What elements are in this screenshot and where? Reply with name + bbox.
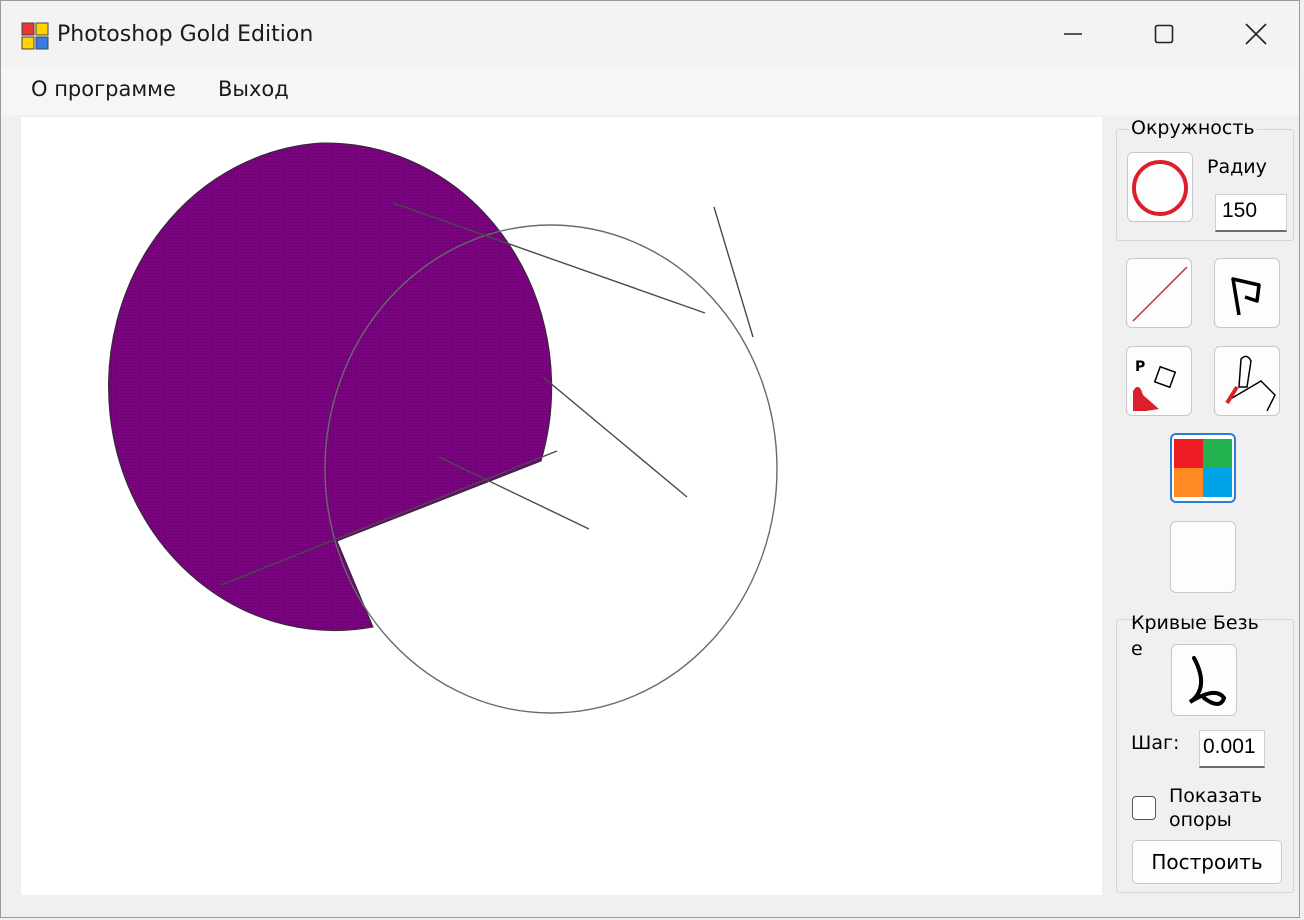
line-tool-button[interactable] <box>1126 258 1192 328</box>
close-icon <box>1245 23 1267 45</box>
circle-tool-button[interactable] <box>1127 152 1193 222</box>
brush-tool-icon <box>1225 355 1276 411</box>
radius-label: Радиу <box>1207 156 1267 178</box>
window-title: Photoshop Gold Edition <box>57 22 314 47</box>
minimize-button[interactable] <box>1027 1 1119 67</box>
app-window: Photoshop Gold Edition О программе Выход <box>0 0 1300 918</box>
color-palette-button[interactable] <box>1170 433 1236 503</box>
line-tool-icon <box>1132 266 1188 322</box>
show-supports-label: Показать опоры <box>1169 785 1263 831</box>
color-palette-icon <box>1174 439 1232 497</box>
maximize-button[interactable] <box>1118 1 1210 67</box>
drawing-canvas[interactable] <box>21 117 1102 895</box>
minimize-icon <box>1064 33 1082 35</box>
bezier-group: Кривые Безь е Шаг: 0.001 Показать опоры … <box>1116 612 1294 893</box>
menu-about[interactable]: О программе <box>31 77 176 101</box>
brush-tool-button[interactable] <box>1214 346 1280 416</box>
menu-exit[interactable]: Выход <box>218 77 289 101</box>
menu-bar: О программе Выход <box>1 67 1299 115</box>
svg-text:P: P <box>1135 359 1145 375</box>
canvas-drawing <box>108 142 778 714</box>
circle-group-title: Окружность <box>1129 117 1257 139</box>
radius-input[interactable]: 150 <box>1215 194 1287 232</box>
secondary-color-swatch[interactable] <box>1170 521 1236 593</box>
polyline-tool-button[interactable] <box>1214 258 1280 328</box>
polyline-tool-icon <box>1231 277 1261 316</box>
step-label: Шаг: <box>1131 732 1180 754</box>
show-supports-checkbox[interactable] <box>1132 796 1156 820</box>
title-bar: Photoshop Gold Edition <box>1 1 1299 67</box>
fill-tool-icon: P <box>1133 359 1177 411</box>
circle-icon <box>1132 160 1188 216</box>
close-button[interactable] <box>1210 1 1302 67</box>
bezier-tool-button[interactable] <box>1171 644 1237 716</box>
filled-region <box>108 142 553 632</box>
fill-tool-button[interactable]: P <box>1126 346 1192 416</box>
step-input[interactable]: 0.001 <box>1199 730 1265 768</box>
bezier-curve-icon <box>1188 656 1227 706</box>
app-icon <box>21 22 49 50</box>
maximize-icon <box>1154 24 1174 44</box>
build-button[interactable]: Построить <box>1132 840 1282 884</box>
circle-group: Окружность Радиу 150 <box>1116 117 1294 241</box>
